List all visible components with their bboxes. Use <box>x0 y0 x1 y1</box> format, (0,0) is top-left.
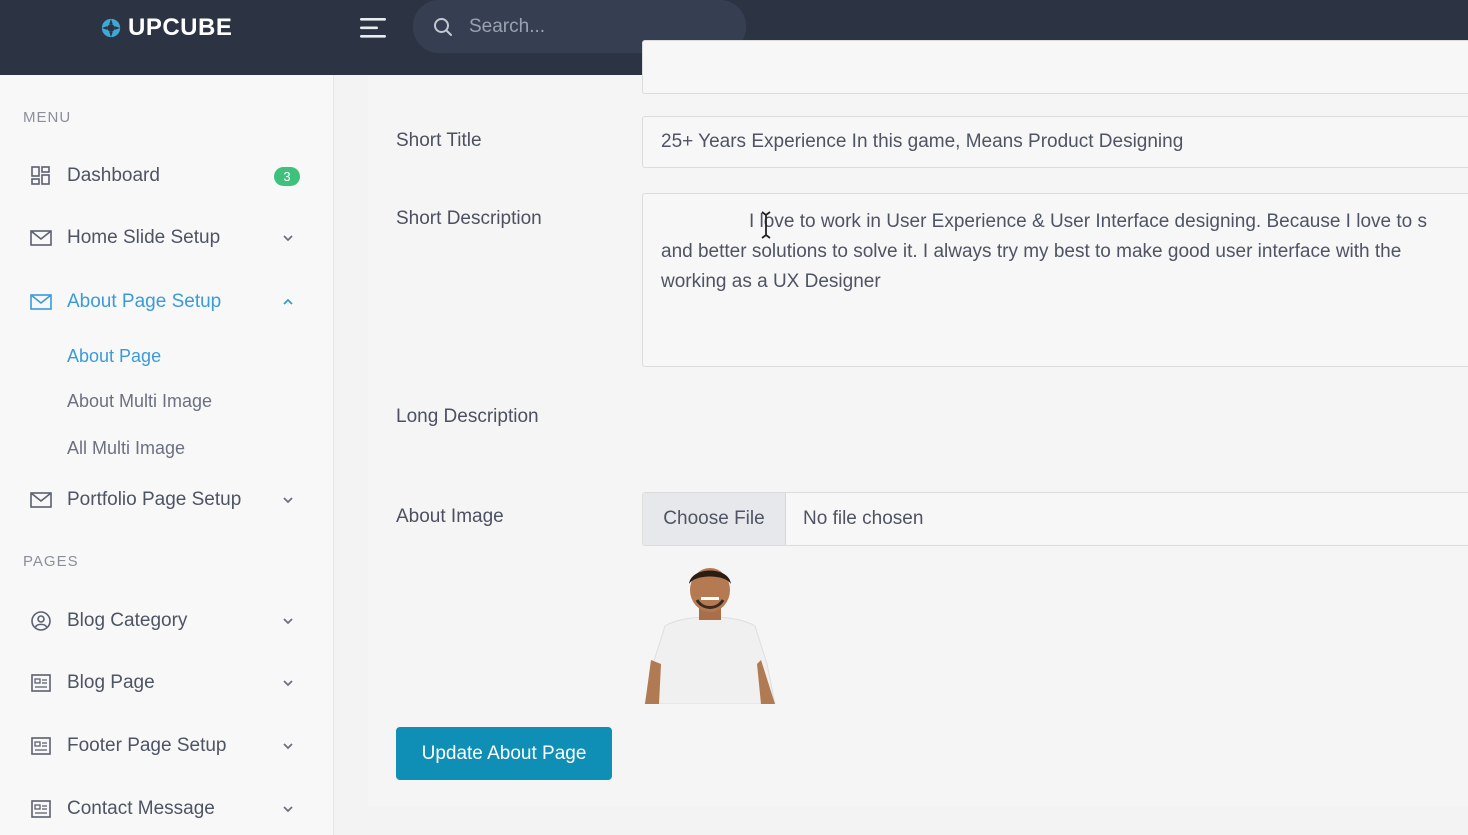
hamburger-icon <box>360 18 386 38</box>
choose-file-button[interactable]: Choose File <box>643 493 786 545</box>
sidebar-item-dashboard[interactable]: Dashboard 3 <box>0 154 333 198</box>
chevron-down-icon <box>283 235 293 242</box>
newspaper-icon <box>29 671 53 695</box>
mail-icon <box>29 290 53 314</box>
chevron-up-icon <box>283 298 293 305</box>
chevron-down-icon <box>283 618 293 625</box>
logo-icon <box>101 18 121 38</box>
about-image-file-input[interactable]: Choose File No file chosen <box>642 492 1468 546</box>
chevron-down-icon <box>283 497 293 504</box>
sidebar-subitem-about-multi-image[interactable]: About Multi Image <box>67 391 212 412</box>
mail-icon <box>29 226 53 250</box>
file-status-text: No file chosen <box>803 508 924 529</box>
menu-section-title: MENU <box>23 109 72 126</box>
sidebar-item-label: Portfolio Page Setup <box>67 489 242 510</box>
sidebar-item-blog-category[interactable]: Blog Category <box>0 599 333 643</box>
about-image-preview <box>643 564 777 704</box>
previous-input[interactable] <box>642 40 1468 94</box>
sidebar-subitem-all-multi-image[interactable]: All Multi Image <box>67 438 185 459</box>
chevron-down-icon <box>283 680 293 687</box>
sidebar-item-label: Footer Page Setup <box>67 735 227 756</box>
sidebar-item-footer-page-setup[interactable]: Footer Page Setup <box>0 724 333 768</box>
sidebar: MENU Dashboard 3 Home Slide Setup About … <box>0 75 334 835</box>
about-image-label: About Image <box>396 506 504 527</box>
update-about-page-button[interactable]: Update About Page <box>396 727 612 780</box>
sidebar-item-label: Contact Message <box>67 798 215 819</box>
sidebar-item-about-page-setup[interactable]: About Page Setup <box>0 280 333 324</box>
sidebar-item-portfolio-page-setup[interactable]: Portfolio Page Setup <box>0 478 333 522</box>
notification-badge: 3 <box>274 166 300 186</box>
newspaper-icon <box>29 797 53 821</box>
textarea-line: working as a UX Designer <box>661 271 881 292</box>
short-description-label: Short Description <box>396 208 542 229</box>
short-title-label: Short Title <box>396 130 482 151</box>
mail-icon <box>29 488 53 512</box>
sidebar-item-label: Dashboard <box>67 165 160 186</box>
brand-logo[interactable]: UPCUBE <box>100 14 232 42</box>
sidebar-item-label: Home Slide Setup <box>67 227 221 248</box>
long-description-label: Long Description <box>396 406 539 427</box>
sidebar-item-label: Blog Category <box>67 610 188 631</box>
search-icon <box>434 17 452 36</box>
chevron-down-icon <box>283 743 293 750</box>
sidebar-item-home-slide-setup[interactable]: Home Slide Setup <box>0 216 333 260</box>
text-cursor-icon <box>761 211 771 239</box>
chevron-down-icon <box>283 806 293 813</box>
sidebar-item-label: About Page Setup <box>67 291 222 312</box>
menu-toggle-button[interactable] <box>356 12 390 44</box>
sidebar-item-blog-page[interactable]: Blog Page <box>0 661 333 705</box>
short-title-input[interactable]: 25+ Years Experience In this game, Means… <box>642 116 1468 168</box>
newspaper-icon <box>29 734 53 758</box>
brand-name: UPCUBE <box>128 14 233 41</box>
textarea-line: and better solutions to solve it. I alwa… <box>661 241 1402 262</box>
form-card <box>368 75 1468 807</box>
sidebar-item-contact-message[interactable]: Contact Message <box>0 787 333 831</box>
sidebar-subitem-about-page[interactable]: About Page <box>67 346 161 367</box>
pages-section-title: PAGES <box>23 553 79 570</box>
search-input[interactable] <box>467 14 731 39</box>
textarea-line: I love to work in User Experience & User… <box>749 211 1427 232</box>
user-circle-icon <box>29 609 53 633</box>
dashboard-icon <box>29 164 53 188</box>
short-title-value: 25+ Years Experience In this game, Means… <box>661 131 1184 152</box>
sidebar-item-label: Blog Page <box>67 672 155 693</box>
